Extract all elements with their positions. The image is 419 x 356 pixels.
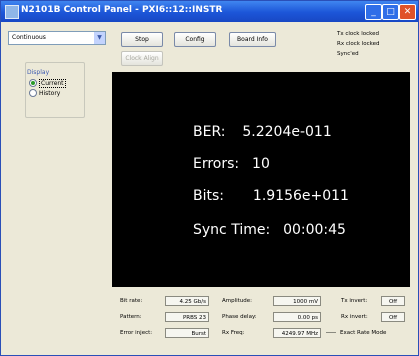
exact-rate-separator xyxy=(326,332,336,333)
maximize-icon[interactable]: □ xyxy=(382,4,399,20)
radio-current-label: Current xyxy=(39,78,66,88)
errors-value: 10 xyxy=(252,156,270,172)
pattern-field: PRBS 23 xyxy=(165,312,209,322)
app-icon xyxy=(5,5,19,19)
phase-delay-label: Phase delay: xyxy=(222,314,257,320)
app-window: N2101B Control Panel - PXI6::12::INSTR _… xyxy=(0,0,419,356)
mode-select[interactable]: Continuous ▼ xyxy=(8,31,106,45)
results-panel: BER: 5.2204e-011 Errors: 10 Bits: 1.9156… xyxy=(112,72,410,287)
mode-select-value: Continuous xyxy=(12,34,46,41)
clock-align-button[interactable]: Clock Align xyxy=(121,51,163,66)
board-info-button[interactable]: Board Info xyxy=(229,32,276,47)
rx-freq-label: Rx Freq: xyxy=(222,330,245,336)
bits-value: 1.9156e+011 xyxy=(252,188,349,204)
title-bar[interactable]: N2101B Control Panel - PXI6::12::INSTR _… xyxy=(1,1,418,22)
ber-label: BER: xyxy=(193,124,226,140)
minimize-icon[interactable]: _ xyxy=(365,4,382,20)
radio-history[interactable]: History xyxy=(29,89,60,97)
sync-time-line: Sync Time: 00:00:45 xyxy=(193,222,346,238)
display-group-label: Display xyxy=(27,69,50,76)
tx-invert-field[interactable]: Off xyxy=(381,296,405,306)
chevron-down-icon[interactable]: ▼ xyxy=(94,32,105,44)
phase-delay-field: 0.00 ps xyxy=(273,312,321,322)
exact-rate-mode-label: Exact Rate Mode xyxy=(340,330,387,336)
tx-invert-label: Tx invert: xyxy=(341,298,368,304)
error-inject-field: Burst xyxy=(165,328,209,338)
close-icon[interactable]: ✕ xyxy=(399,4,416,20)
stop-button[interactable]: Stop xyxy=(121,32,163,47)
sync-time-label: Sync Time: xyxy=(193,222,271,238)
error-inject-label: Error inject: xyxy=(120,330,153,336)
amplitude-field: 1000 mV xyxy=(273,296,321,306)
ber-line: BER: 5.2204e-011 xyxy=(193,124,332,140)
bits-label: Bits: xyxy=(193,188,224,204)
rx-invert-label: Rx invert: xyxy=(341,314,368,320)
sync-time-value: 00:00:45 xyxy=(283,222,346,238)
bit-rate-field: 4.25 Gb/s xyxy=(165,296,209,306)
bit-rate-label: Bit rate: xyxy=(120,298,143,304)
config-button[interactable]: Config xyxy=(174,32,216,47)
window-title: N2101B Control Panel - PXI6::12::INSTR xyxy=(21,5,223,15)
radio-button-checked[interactable] xyxy=(29,79,37,87)
bits-line: Bits: 1.9156e+011 xyxy=(193,188,349,204)
pattern-label: Pattern: xyxy=(120,314,142,320)
errors-label: Errors: xyxy=(193,156,240,172)
amplitude-label: Amplitude: xyxy=(222,298,253,304)
rx-freq-field: 4249.97 MHz xyxy=(273,328,321,338)
tx-clock-status: Tx clock locked xyxy=(337,31,380,37)
sync-status: Sync'ed xyxy=(337,51,359,57)
rx-invert-field[interactable]: Off xyxy=(381,312,405,322)
radio-history-label: History xyxy=(39,89,61,97)
rx-clock-status: Rx clock locked xyxy=(337,41,380,47)
ber-value: 5.2204e-011 xyxy=(242,124,332,140)
errors-line: Errors: 10 xyxy=(193,156,270,172)
radio-current[interactable]: Current xyxy=(29,78,66,88)
radio-button[interactable] xyxy=(29,89,37,97)
